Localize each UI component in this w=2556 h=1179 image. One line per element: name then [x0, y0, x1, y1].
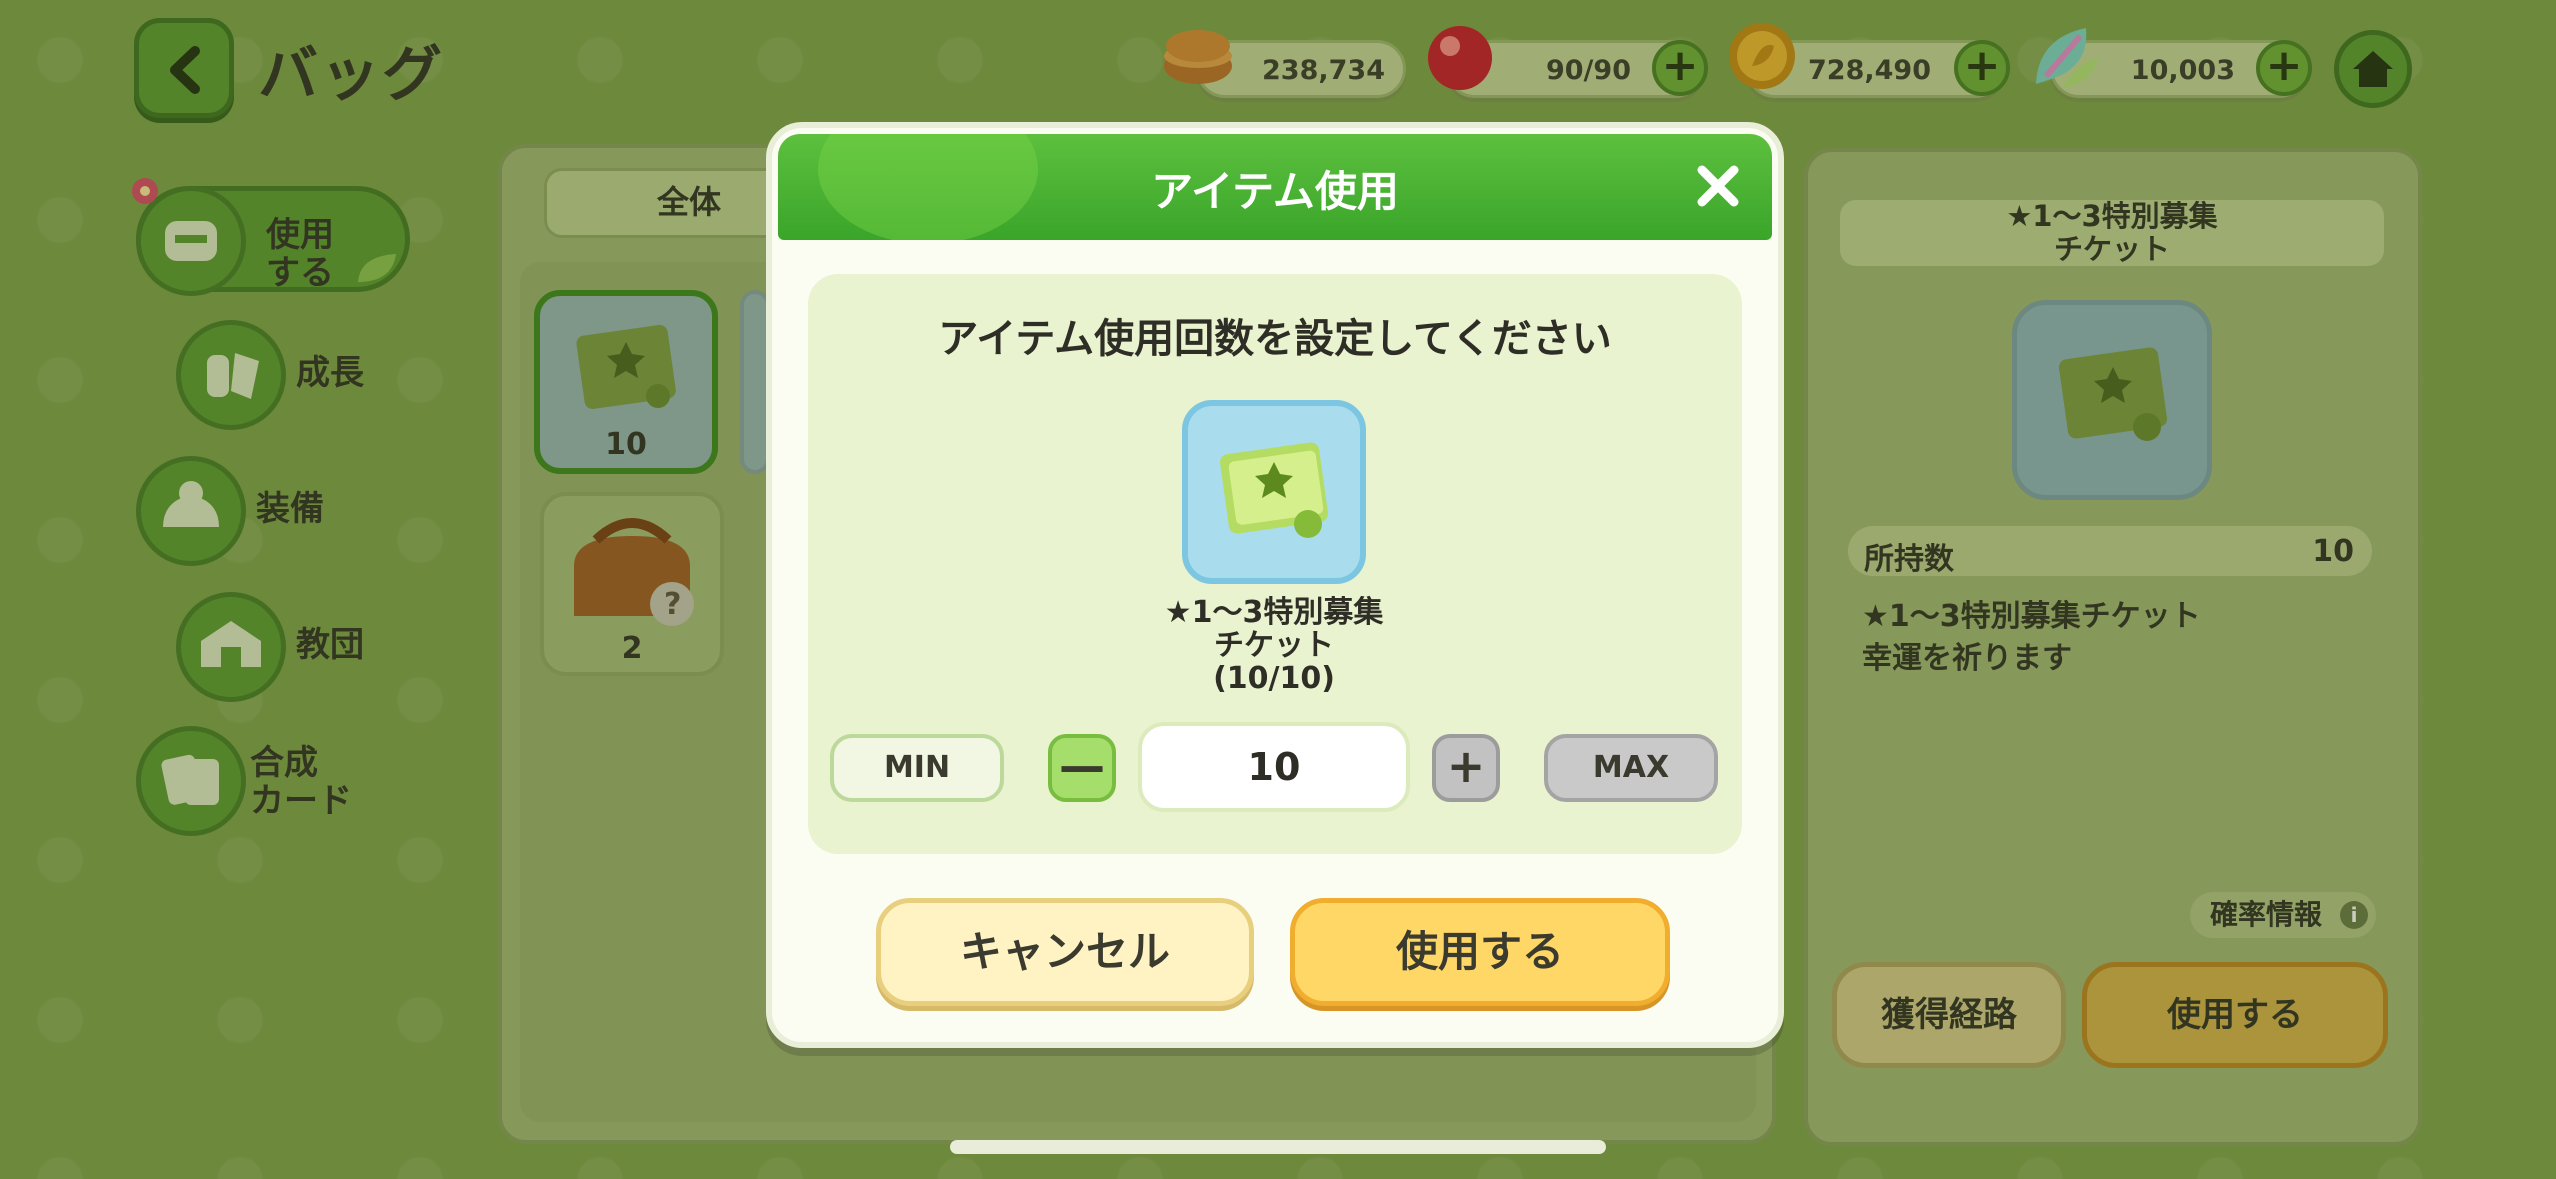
confirm-use-button[interactable]: 使用する	[1290, 898, 1670, 1006]
dialog-item-name: ★1〜3特別募集 チケット (10/10)	[1164, 595, 1384, 696]
close-button[interactable]	[1692, 160, 1744, 212]
home-indicator[interactable]	[950, 1140, 1606, 1154]
decrement-button[interactable]: —	[1048, 734, 1116, 802]
max-button[interactable]: MAX	[1544, 734, 1718, 802]
increment-button[interactable]: +	[1432, 734, 1500, 802]
close-icon	[1697, 165, 1739, 207]
min-button[interactable]: MIN	[830, 734, 1004, 802]
cancel-button[interactable]: キャンセル	[876, 898, 1254, 1006]
dialog-prompt: アイテム使用回数を設定してください	[938, 316, 1612, 362]
dialog-ticket-icon	[1182, 400, 1366, 584]
quantity-input[interactable]: 10	[1138, 722, 1410, 812]
dialog-title: アイテム使用	[1151, 167, 1399, 216]
